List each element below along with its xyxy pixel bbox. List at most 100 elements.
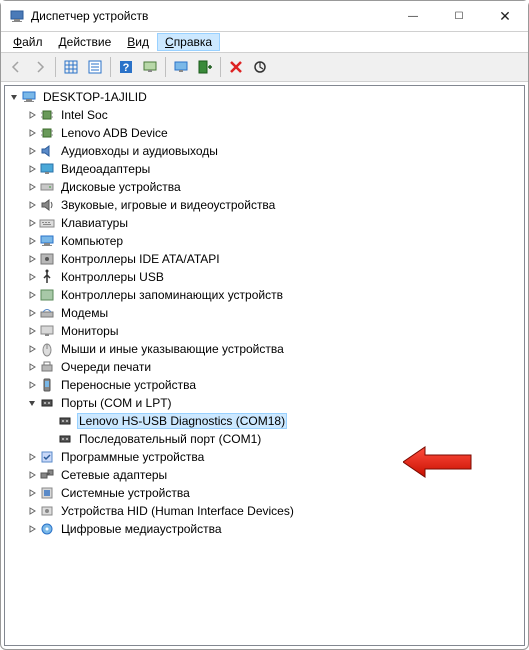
expand-icon[interactable] xyxy=(25,198,39,212)
expand-icon[interactable] xyxy=(25,342,39,356)
portable-icon xyxy=(39,377,55,393)
show-hidden-icon[interactable] xyxy=(60,56,82,78)
computer-icon xyxy=(39,233,55,249)
tree-category-1[interactable]: Lenovo ADB Device xyxy=(5,124,524,142)
properties-icon[interactable] xyxy=(84,56,106,78)
tree-category-4[interactable]: Дисковые устройства xyxy=(5,178,524,196)
expand-icon[interactable] xyxy=(25,360,39,374)
tree-label[interactable]: Дисковые устройства xyxy=(59,180,183,194)
tree-category-15[interactable]: Переносные устройства xyxy=(5,376,524,394)
tree-category-5[interactable]: Звуковые, игровые и видеоустройства xyxy=(5,196,524,214)
tree-category-2[interactable]: Аудиовходы и аудиовыходы xyxy=(5,142,524,160)
tree-category-0[interactable]: Intel Soc xyxy=(5,106,524,124)
tree-label[interactable]: Очереди печати xyxy=(59,360,153,374)
tree-label[interactable]: Мониторы xyxy=(59,324,120,338)
tree-label[interactable]: Клавиатуры xyxy=(59,216,130,230)
menu-item-1[interactable]: Действие xyxy=(51,33,120,51)
tree-category-10[interactable]: Контроллеры запоминающих устройств xyxy=(5,286,524,304)
computer-icon xyxy=(21,89,37,105)
expand-icon[interactable] xyxy=(25,378,39,392)
tree-category-14[interactable]: Очереди печати xyxy=(5,358,524,376)
expand-icon[interactable] xyxy=(25,306,39,320)
tree-category-21[interactable]: Цифровые медиаустройства xyxy=(5,520,524,538)
help-icon[interactable]: ? xyxy=(115,56,137,78)
tree-label[interactable]: Переносные устройства xyxy=(59,378,198,392)
menu-item-3[interactable]: Справка xyxy=(157,33,220,51)
collapse-icon[interactable] xyxy=(7,90,21,104)
tree-label[interactable]: Устройства HID (Human Interface Devices) xyxy=(59,504,296,518)
expand-icon[interactable] xyxy=(25,252,39,266)
printer-icon xyxy=(39,359,55,375)
tree-category-3[interactable]: Видеоадаптеры xyxy=(5,160,524,178)
tree-label[interactable]: Звуковые, игровые и видеоустройства xyxy=(59,198,277,212)
expand-icon[interactable] xyxy=(25,522,39,536)
tree-category-12[interactable]: Мониторы xyxy=(5,322,524,340)
tree-label[interactable]: Системные устройства xyxy=(59,486,192,500)
expand-icon[interactable] xyxy=(25,468,39,482)
menu-item-2[interactable]: Вид xyxy=(119,33,157,51)
expand-icon[interactable] xyxy=(25,450,39,464)
tree-label[interactable]: Модемы xyxy=(59,306,110,320)
tree-label[interactable]: Lenovo HS-USB Diagnostics (COM18) xyxy=(77,413,287,429)
tree-category-13[interactable]: Мыши и иные указывающие устройства xyxy=(5,340,524,358)
port-icon xyxy=(39,395,55,411)
device-tree[interactable]: DESKTOP-1AJILID Intel Soc Lenovo ADB Devic… xyxy=(4,85,525,646)
tree-label[interactable]: Контроллеры запоминающих устройств xyxy=(59,288,285,302)
expand-icon[interactable] xyxy=(25,216,39,230)
tree-category-11[interactable]: Модемы xyxy=(5,304,524,322)
toolbar-separator xyxy=(110,57,111,77)
remove-icon[interactable] xyxy=(225,56,247,78)
tree-label[interactable]: Сетевые адаптеры xyxy=(59,468,169,482)
monitor-icon[interactable] xyxy=(139,56,161,78)
collapse-icon[interactable] xyxy=(25,396,39,410)
tree-category-8[interactable]: Контроллеры IDE ATA/ATAPI xyxy=(5,250,524,268)
tree-label[interactable]: Последовательный порт (COM1) xyxy=(77,432,263,446)
tree-category-7[interactable]: Компьютер xyxy=(5,232,524,250)
tree-label[interactable]: Intel Soc xyxy=(59,108,110,122)
app-icon xyxy=(9,8,25,24)
forward-icon xyxy=(29,56,51,78)
add-legacy-icon[interactable] xyxy=(194,56,216,78)
tree-category-19[interactable]: Системные устройства xyxy=(5,484,524,502)
tree-category-6[interactable]: Клавиатуры xyxy=(5,214,524,232)
close-button[interactable]: ✕ xyxy=(482,1,528,31)
tree-label[interactable]: Контроллеры USB xyxy=(59,270,166,284)
mouse-icon xyxy=(39,341,55,357)
tree-label[interactable]: Lenovo ADB Device xyxy=(59,126,170,140)
tree-label[interactable]: Цифровые медиаустройства xyxy=(59,522,224,536)
tree-category-16[interactable]: Порты (COM и LPT) xyxy=(5,394,524,412)
window-title: Диспетчер устройств xyxy=(31,9,390,23)
tree-label[interactable]: Аудиовходы и аудиовыходы xyxy=(59,144,220,158)
expand-icon[interactable] xyxy=(25,126,39,140)
expand-icon[interactable] xyxy=(25,270,39,284)
monitor-icon xyxy=(39,323,55,339)
tree-category-9[interactable]: Контроллеры USB xyxy=(5,268,524,286)
expand-icon[interactable] xyxy=(25,288,39,302)
expand-icon[interactable] xyxy=(25,180,39,194)
tree-root[interactable]: DESKTOP-1AJILID xyxy=(5,88,524,106)
menu-item-0[interactable]: Файл xyxy=(5,33,51,51)
expand-icon[interactable] xyxy=(25,486,39,500)
tree-label[interactable]: Компьютер xyxy=(59,234,125,248)
sound-icon xyxy=(39,197,55,213)
tree-device-16-0[interactable]: Lenovo HS-USB Diagnostics (COM18) xyxy=(5,412,524,430)
tree-label[interactable]: DESKTOP-1AJILID xyxy=(41,90,149,104)
scan-icon[interactable] xyxy=(170,56,192,78)
tree-label[interactable]: Мыши и иные указывающие устройства xyxy=(59,342,286,356)
minimize-button[interactable]: — xyxy=(390,1,436,31)
back-icon xyxy=(5,56,27,78)
tree-label[interactable]: Программные устройства xyxy=(59,450,206,464)
expand-icon[interactable] xyxy=(25,162,39,176)
expand-icon[interactable] xyxy=(25,234,39,248)
tree-label[interactable]: Порты (COM и LPT) xyxy=(59,396,174,410)
update-icon[interactable] xyxy=(249,56,271,78)
tree-label[interactable]: Контроллеры IDE ATA/ATAPI xyxy=(59,252,222,266)
expand-icon[interactable] xyxy=(25,144,39,158)
expand-icon[interactable] xyxy=(25,324,39,338)
maximize-button[interactable]: ☐ xyxy=(436,1,482,31)
expand-icon[interactable] xyxy=(25,504,39,518)
expand-icon[interactable] xyxy=(25,108,39,122)
tree-category-20[interactable]: Устройства HID (Human Interface Devices) xyxy=(5,502,524,520)
audio-icon xyxy=(39,143,55,159)
tree-label[interactable]: Видеоадаптеры xyxy=(59,162,152,176)
